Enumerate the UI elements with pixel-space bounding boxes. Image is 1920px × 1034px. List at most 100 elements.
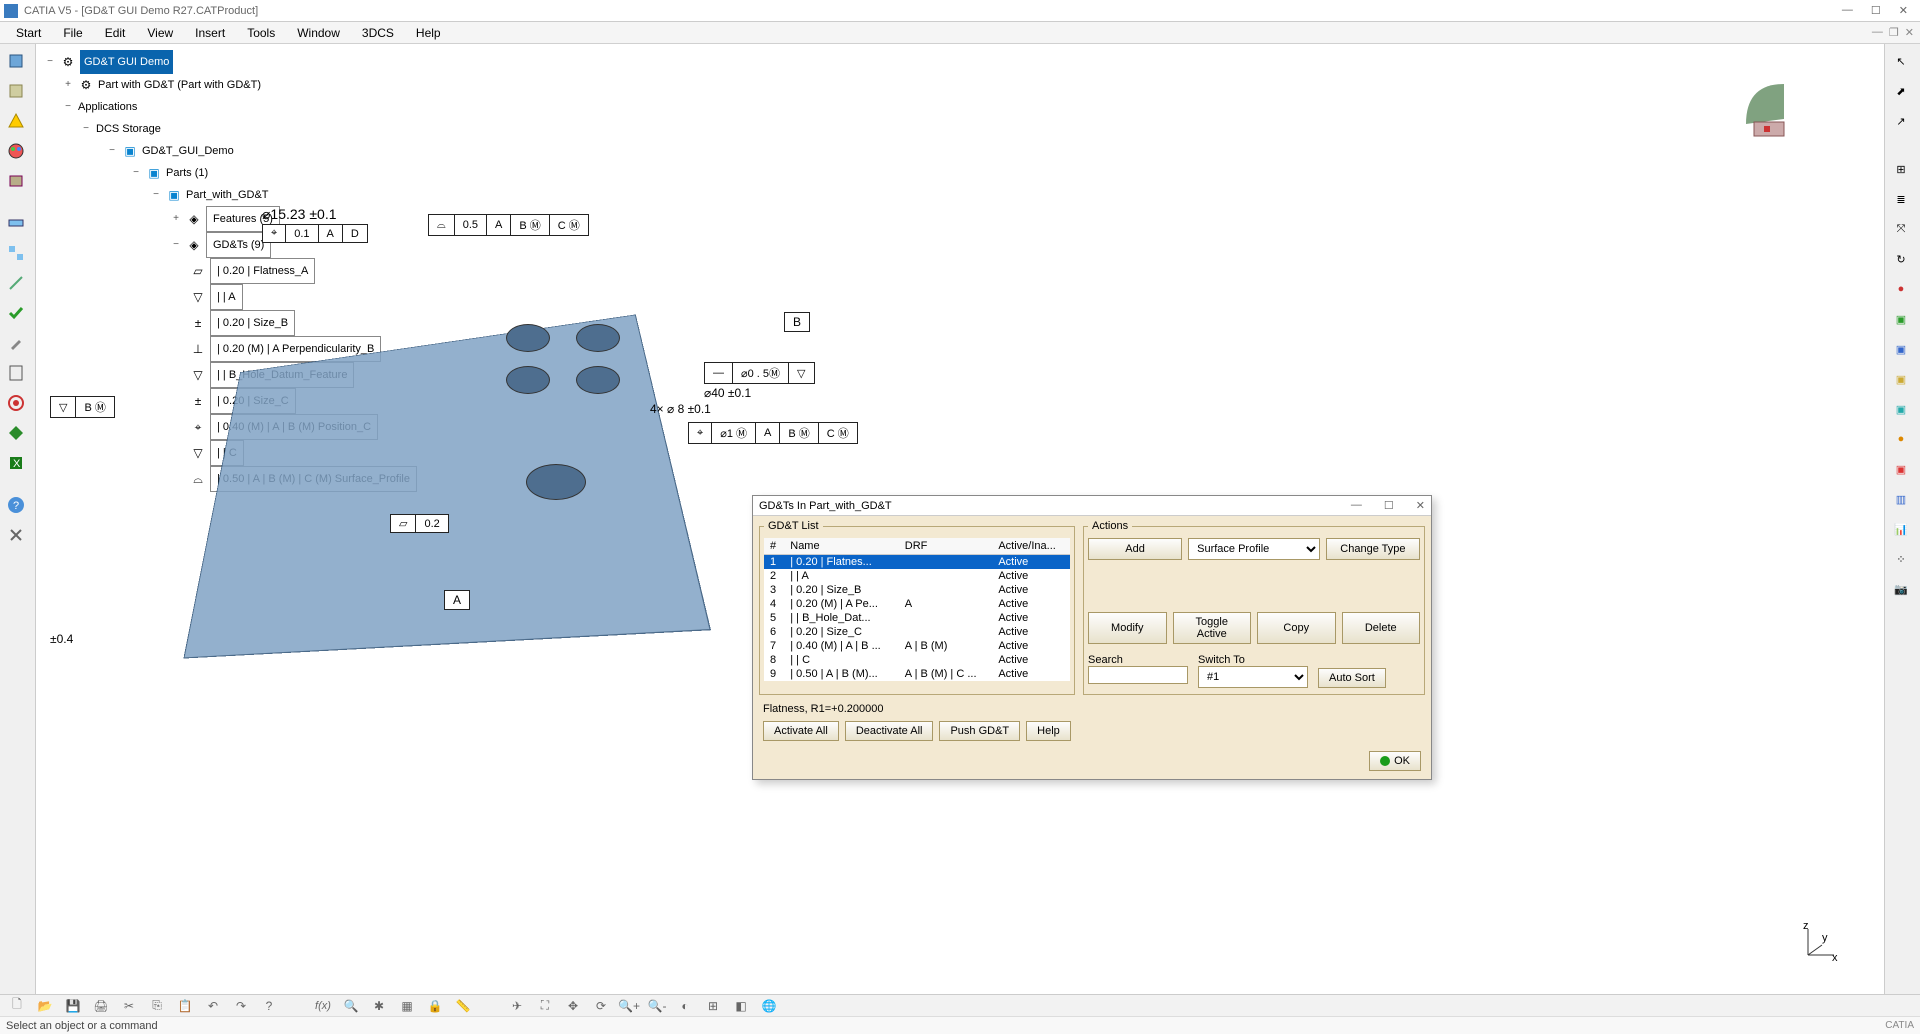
- arrows-icon[interactable]: ⤧: [1887, 216, 1915, 242]
- teal-icon[interactable]: ▣: [1887, 396, 1915, 422]
- menu-edit[interactable]: Edit: [95, 24, 136, 42]
- tools-icon[interactable]: [2, 522, 30, 548]
- green-icon[interactable]: ▣: [1887, 306, 1915, 332]
- gdt-table[interactable]: # Name DRF Active/Ina... 1| 0.20 | Flatn…: [764, 538, 1070, 681]
- constraints-icon[interactable]: [2, 210, 30, 236]
- table-row[interactable]: 7| 0.40 (M) | A | B ...A | B (M)Active: [764, 639, 1070, 653]
- camera-icon[interactable]: 📷: [1887, 576, 1915, 602]
- multi-icon[interactable]: ⊞: [702, 997, 724, 1015]
- close-icon[interactable]: ✕: [1899, 4, 1908, 17]
- zoomout-icon[interactable]: 🔍-: [646, 997, 668, 1015]
- fcf-flatness[interactable]: ▱ 0.2: [390, 514, 449, 533]
- ruler-icon[interactable]: 📏: [452, 997, 474, 1015]
- lock-icon[interactable]: 🔒: [424, 997, 446, 1015]
- rotate-icon[interactable]: ⟳: [590, 997, 612, 1015]
- dialog-maximize-icon[interactable]: ☐: [1384, 499, 1394, 512]
- datum-a-label[interactable]: A: [444, 590, 470, 610]
- dialog-titlebar[interactable]: GD&Ts In Part_with_GD&T — ☐ ✕: [753, 496, 1431, 516]
- menu-tools[interactable]: Tools: [237, 24, 285, 42]
- assembly-icon[interactable]: [2, 240, 30, 266]
- menu-view[interactable]: View: [137, 24, 183, 42]
- col-drf[interactable]: DRF: [899, 538, 993, 555]
- blue2-icon[interactable]: ▥: [1887, 486, 1915, 512]
- tree-applications[interactable]: Applications: [78, 96, 137, 118]
- activate-all-button[interactable]: Activate All: [763, 721, 839, 741]
- minimize-icon[interactable]: —: [1842, 4, 1853, 17]
- maximize-icon[interactable]: ☐: [1871, 4, 1881, 17]
- col-active[interactable]: Active/Ina...: [992, 538, 1070, 555]
- undo-icon[interactable]: ↶: [202, 997, 224, 1015]
- viewport-3d[interactable]: −⚙GD&T GUI Demo +⚙Part with GD&T (Part w…: [36, 44, 1884, 994]
- what-icon[interactable]: ?: [258, 997, 280, 1015]
- diamond-icon[interactable]: [2, 420, 30, 446]
- add-button[interactable]: Add: [1088, 538, 1182, 560]
- fly-icon[interactable]: ✈: [506, 997, 528, 1015]
- table-row[interactable]: 9| 0.50 | A | B (M)...A | B (M) | C ...A…: [764, 667, 1070, 681]
- menu-start[interactable]: Start: [6, 24, 51, 42]
- pan-icon[interactable]: ✥: [562, 997, 584, 1015]
- blue-icon[interactable]: ▣: [1887, 336, 1915, 362]
- fx-icon[interactable]: f(x): [312, 997, 334, 1015]
- table-row[interactable]: 5| | B_Hole_Dat...Active: [764, 611, 1070, 625]
- axis-triad-icon[interactable]: zxy: [1800, 923, 1840, 966]
- layers-icon[interactable]: ≣: [1887, 186, 1915, 212]
- tree-part-with-gdt[interactable]: Part_with_GD&T: [186, 184, 269, 206]
- fit-icon[interactable]: ⛶: [534, 997, 556, 1015]
- help-icon[interactable]: ?: [2, 492, 30, 518]
- modify-button[interactable]: Modify: [1088, 612, 1167, 644]
- save-icon[interactable]: 💾: [62, 997, 84, 1015]
- fcf-left-datum[interactable]: ▽ B Ⓜ: [50, 396, 115, 418]
- doc-close-icon[interactable]: ✕: [1905, 26, 1914, 39]
- redo2-icon[interactable]: ↷: [230, 997, 252, 1015]
- table-row[interactable]: 1| 0.20 | Flatnes...Active: [764, 555, 1070, 570]
- target-icon[interactable]: [2, 390, 30, 416]
- warning-icon[interactable]: [2, 108, 30, 134]
- product-icon[interactable]: [2, 48, 30, 74]
- help-button[interactable]: Help: [1026, 721, 1071, 741]
- dialog-minimize-icon[interactable]: —: [1351, 499, 1362, 512]
- table-row[interactable]: 8| | CActive: [764, 653, 1070, 667]
- table-row[interactable]: 2| | AActive: [764, 569, 1070, 583]
- ok-button[interactable]: OK: [1369, 751, 1421, 771]
- type-dropdown[interactable]: Surface Profile: [1188, 538, 1320, 560]
- calc-icon[interactable]: [2, 360, 30, 386]
- menu-3dcs[interactable]: 3DCS: [352, 24, 404, 42]
- delete-button[interactable]: Delete: [1342, 612, 1421, 644]
- datum-b-label[interactable]: B: [784, 312, 810, 332]
- menu-help[interactable]: Help: [406, 24, 451, 42]
- arrow-icon[interactable]: ⬈: [1887, 78, 1915, 104]
- check-icon[interactable]: [2, 300, 30, 326]
- doc-minimize-icon[interactable]: —: [1872, 26, 1883, 39]
- zoomin-icon[interactable]: 🔍+: [618, 997, 640, 1015]
- menu-window[interactable]: Window: [287, 24, 350, 42]
- cut-icon[interactable]: ✂: [118, 997, 140, 1015]
- grid-icon[interactable]: ⊞: [1887, 156, 1915, 182]
- model-geometry[interactable]: [166, 254, 676, 684]
- palette-icon[interactable]: [2, 138, 30, 164]
- tree-gdt-gui-demo[interactable]: GD&T_GUI_Demo: [142, 140, 234, 162]
- globe-icon[interactable]: 🌐: [758, 997, 780, 1015]
- redgreen-icon[interactable]: ●: [1887, 276, 1915, 302]
- fcf-straightness[interactable]: — ⌀0 . 5Ⓜ ▽: [704, 362, 815, 384]
- excel-icon[interactable]: X: [2, 450, 30, 476]
- table-row[interactable]: 4| 0.20 (M) | A Pe...AActive: [764, 597, 1070, 611]
- tree-root[interactable]: GD&T GUI Demo: [80, 50, 173, 74]
- table-row[interactable]: 3| 0.20 | Size_BActive: [764, 583, 1070, 597]
- chart-icon[interactable]: 📊: [1887, 516, 1915, 542]
- push-gdt-button[interactable]: Push GD&T: [939, 721, 1020, 741]
- fcf-position[interactable]: ⌖ ⌀1 Ⓜ A B Ⓜ C Ⓜ: [688, 422, 858, 444]
- new-icon[interactable]: 🗋: [6, 997, 28, 1015]
- compass-icon[interactable]: [1736, 64, 1796, 124]
- menu-file[interactable]: File: [53, 24, 92, 42]
- redo-icon[interactable]: ↻: [1887, 246, 1915, 272]
- col-name[interactable]: Name: [784, 538, 899, 555]
- search-input[interactable]: [1088, 666, 1188, 684]
- measure-icon[interactable]: [2, 270, 30, 296]
- print-icon[interactable]: 🖨: [90, 997, 112, 1015]
- fcf-top2[interactable]: ⌓ 0.5 A B Ⓜ C Ⓜ: [428, 214, 589, 236]
- cursor2-icon[interactable]: ↗: [1887, 108, 1915, 134]
- normal-icon[interactable]: ◐: [674, 997, 696, 1015]
- copy-icon[interactable]: ⎘: [146, 997, 168, 1015]
- select-icon[interactable]: ↖: [1887, 48, 1915, 74]
- wildcard-icon[interactable]: ✱: [368, 997, 390, 1015]
